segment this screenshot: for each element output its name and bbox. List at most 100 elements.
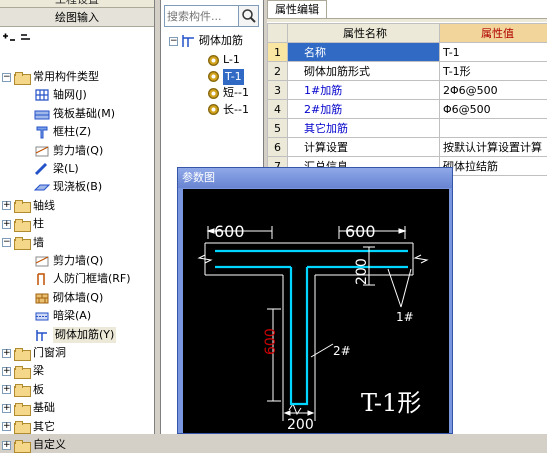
property-value[interactable] (440, 119, 547, 138)
table-row[interactable]: 42#加筋Φ6@500 (268, 100, 547, 119)
tree-folder[interactable]: +板 (2, 382, 44, 398)
tree-item[interactable]: 砌体墙(Q) (34, 290, 103, 306)
table-header-row: 属性名称 属性值 (268, 24, 547, 43)
folder-icon (14, 366, 29, 377)
left-panel: 工程设置 绘图输入 − 常用构件类型轴网(J) 筏板基础(M) 框柱(Z) 剪力墙(Q)… (0, 0, 155, 434)
tab-project-settings[interactable]: 工程设置 (0, 0, 154, 8)
expand-all-icon[interactable] (2, 31, 16, 49)
tree-folder[interactable]: +轴线 (2, 198, 55, 214)
tree-folder[interactable]: − 常用构件类型 (2, 69, 99, 85)
dim-stem-length: 600 (263, 328, 279, 355)
dim-top-right: 600 (345, 222, 376, 241)
expand-icon[interactable]: + (2, 367, 11, 376)
property-value[interactable]: T-1 (440, 43, 547, 62)
tab-drawing-input[interactable]: 绘图输入 (0, 8, 154, 27)
masonry-rebar-icon (34, 328, 50, 342)
collapse-icon[interactable]: − (2, 238, 11, 247)
tree-folder[interactable]: +门窗洞 (2, 345, 66, 361)
folder-icon (14, 384, 29, 395)
param-diagram-window[interactable]: 参数图 (177, 167, 453, 434)
folder-icon (14, 200, 29, 211)
property-value[interactable]: 按默认计算设置计算 (440, 138, 547, 157)
property-name: 其它加筋 (288, 119, 440, 138)
tree-item[interactable]: 暗梁(A) (34, 308, 91, 324)
expand-icon[interactable]: + (2, 422, 11, 431)
tree-item[interactable]: 梁(L) (34, 161, 79, 177)
collapse-all-icon[interactable] (20, 31, 34, 49)
tree-label: 其它 (33, 419, 55, 435)
tree-item[interactable]: 砌体加筋(Y) (34, 327, 116, 343)
row-number: 2 (268, 62, 288, 81)
expand-icon[interactable]: + (2, 404, 11, 413)
expand-icon[interactable]: + (2, 441, 11, 450)
tree-folder[interactable]: +自定义 (2, 437, 66, 453)
search-box (164, 5, 259, 27)
list-item[interactable]: L-1 (208, 52, 240, 68)
label-rebar-1: 1# (396, 310, 414, 324)
tree-item[interactable]: 人防门框墙(RF) (34, 271, 131, 287)
table-row[interactable]: 31#加筋2Φ6@500 (268, 81, 547, 100)
expand-icon[interactable]: + (2, 201, 11, 210)
list-item[interactable]: T-1 (208, 69, 244, 85)
header-corner (268, 24, 288, 43)
list-item-label: T-1 (223, 69, 244, 85)
hidden-beam-icon (34, 309, 50, 323)
property-name: 名称 (288, 43, 440, 62)
component-gear-icon (208, 88, 219, 99)
tree-label: 轴网(J) (53, 87, 87, 103)
tree-label: 砌体加筋(Y) (53, 327, 116, 343)
tree-folder[interactable]: +梁 (2, 363, 44, 379)
component-gear-icon (208, 55, 219, 66)
list-root[interactable]: − 砌体加筋 (169, 33, 243, 49)
tree-item[interactable]: 轴网(J) (34, 87, 87, 103)
list-item[interactable]: 长--1 (208, 102, 249, 118)
tree-label: 常用构件类型 (33, 69, 99, 85)
property-value[interactable]: 2Φ6@500 (440, 81, 547, 100)
table-row[interactable]: 1名称T-1 (268, 43, 547, 62)
list-item-label: 短--1 (223, 85, 249, 101)
expand-icon[interactable]: + (2, 220, 11, 229)
tree-item[interactable]: 筏板基础(M) (34, 106, 115, 122)
table-row[interactable]: 2砌体加筋形式T-1形 (268, 62, 547, 81)
property-name: 1#加筋 (288, 81, 440, 100)
list-item[interactable]: 短--1 (208, 85, 249, 101)
axis-grid-icon (34, 88, 50, 102)
search-button[interactable] (238, 6, 258, 26)
tree-label: 暗梁(A) (53, 308, 91, 324)
param-diagram: 600 600 200 600 200 1# (183, 189, 449, 433)
dim-web-width: 200 (287, 417, 314, 433)
tree-item[interactable]: 剪力墙(Q) (34, 253, 103, 269)
masonry-rebar-icon (181, 34, 196, 48)
collapse-icon[interactable]: − (169, 37, 178, 46)
list-item-label: 长--1 (223, 102, 249, 118)
tree-label: 筏板基础(M) (53, 106, 115, 122)
header-property-value: 属性值 (440, 24, 547, 43)
row-number: 6 (268, 138, 288, 157)
list-item-label: L-1 (223, 52, 240, 68)
property-value[interactable]: 砌体拉结筋 (440, 157, 547, 176)
tree-label: 框柱(Z) (53, 124, 91, 140)
folder-open-icon (14, 237, 29, 248)
tree-item[interactable]: 剪力墙(Q) (34, 143, 103, 159)
tab-property-edit[interactable]: 属性编辑 (267, 0, 327, 18)
tree-folder[interactable]: + 基础 (2, 400, 55, 416)
expand-icon[interactable]: + (2, 349, 11, 358)
row-number: 1 (268, 43, 288, 62)
folder-icon (14, 403, 29, 414)
search-input[interactable] (167, 8, 235, 24)
tree-item[interactable]: 框柱(Z) (34, 124, 91, 140)
property-value[interactable]: Φ6@500 (440, 100, 547, 119)
table-row[interactable]: 6计算设置按默认计算设置计算 (268, 138, 547, 157)
tree-folder[interactable]: + 其它 (2, 419, 55, 435)
tree-label: 基础 (33, 400, 55, 416)
tree-item[interactable]: 现浇板(B) (34, 179, 102, 195)
expand-icon[interactable]: + (2, 385, 11, 394)
tree-folder[interactable]: +柱 (2, 216, 44, 232)
property-value[interactable]: T-1形 (440, 62, 547, 81)
tree-label: 梁(L) (53, 161, 79, 177)
folder-icon (14, 219, 29, 230)
table-row[interactable]: 5其它加筋 (268, 119, 547, 138)
tree-folder[interactable]: −墙 (2, 235, 44, 251)
search-icon (239, 6, 259, 26)
collapse-icon[interactable]: − (2, 73, 11, 82)
